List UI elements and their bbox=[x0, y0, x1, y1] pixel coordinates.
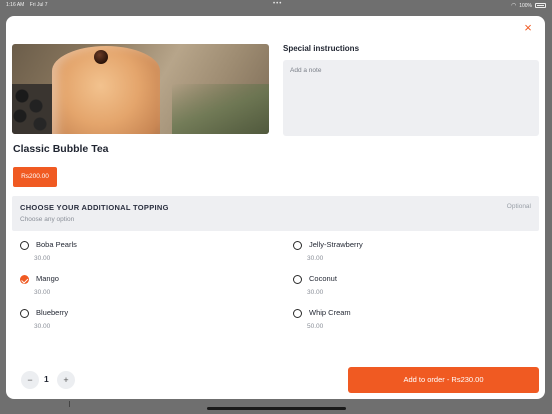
radio-unchecked-icon[interactable] bbox=[293, 241, 302, 250]
topping-name: Blueberry bbox=[36, 308, 69, 317]
battery-icon bbox=[535, 3, 546, 8]
topping-price: 30.00 bbox=[307, 255, 324, 262]
radio-unchecked-icon[interactable] bbox=[20, 309, 29, 318]
topping-price: 30.00 bbox=[307, 289, 324, 296]
topping-name: Coconut bbox=[309, 274, 337, 283]
status-time: 1:16 AM bbox=[6, 2, 25, 8]
quantity-value: 1 bbox=[44, 374, 49, 384]
topping-name: Boba Pearls bbox=[36, 240, 77, 249]
topping-option-coconut[interactable]: Coconut 30.00 bbox=[293, 274, 523, 302]
price-badge: Rs200.00 bbox=[13, 167, 57, 187]
product-name: Classic Bubble Tea bbox=[13, 143, 109, 155]
scroll-marker bbox=[69, 401, 70, 407]
tapioca-beads-decor bbox=[12, 84, 52, 134]
topping-price: 50.00 bbox=[307, 323, 324, 330]
quantity-increase-button[interactable]: + bbox=[57, 371, 75, 389]
radio-checked-icon[interactable] bbox=[20, 275, 29, 284]
status-left: 1:16 AM Fri Jul 7 bbox=[6, 2, 52, 8]
leaves-decor bbox=[172, 84, 269, 134]
product-modal: × Classic Bubble Tea Rs200.00 Special in… bbox=[6, 16, 545, 399]
pearl-decor bbox=[94, 50, 108, 64]
topping-name: Whip Cream bbox=[309, 308, 351, 317]
close-icon[interactable]: × bbox=[521, 21, 535, 35]
multitasking-dots-icon[interactable]: ••• bbox=[273, 1, 282, 7]
home-indicator[interactable] bbox=[207, 407, 346, 410]
optional-label: Optional bbox=[506, 203, 531, 210]
topping-section-header: CHOOSE YOUR ADDITIONAL TOPPING Choose an… bbox=[12, 196, 539, 231]
topping-price: 30.00 bbox=[34, 289, 51, 296]
radio-unchecked-icon[interactable] bbox=[293, 275, 302, 284]
topping-subtitle: Choose any option bbox=[20, 216, 75, 223]
radio-unchecked-icon[interactable] bbox=[293, 309, 302, 318]
add-to-order-button[interactable]: Add to order - Rs230.00 bbox=[348, 367, 539, 393]
topping-name: Mango bbox=[36, 274, 59, 283]
wifi-icon: ◠ bbox=[510, 3, 517, 9]
special-instructions-label: Special instructions bbox=[283, 44, 360, 53]
topping-option-blueberry[interactable]: Blueberry 30.00 bbox=[20, 308, 250, 336]
status-right: ◠ 100% bbox=[511, 2, 546, 9]
status-date: Fri Jul 7 bbox=[29, 2, 48, 8]
topping-option-jelly-strawberry[interactable]: Jelly-Strawberry 30.00 bbox=[293, 240, 523, 268]
topping-option-mango[interactable]: Mango 30.00 bbox=[20, 274, 250, 302]
status-bar: 1:16 AM Fri Jul 7 ••• ◠ 100% bbox=[0, 0, 552, 12]
topping-name: Jelly-Strawberry bbox=[309, 240, 363, 249]
topping-price: 30.00 bbox=[34, 255, 51, 262]
topping-title: CHOOSE YOUR ADDITIONAL TOPPING bbox=[20, 203, 169, 212]
topping-option-boba-pearls[interactable]: Boba Pearls 30.00 bbox=[20, 240, 250, 268]
battery-percent: 100% bbox=[519, 2, 532, 9]
quantity-decrease-button[interactable]: − bbox=[21, 371, 39, 389]
product-image bbox=[12, 44, 269, 134]
special-instructions-input[interactable] bbox=[283, 60, 539, 136]
radio-unchecked-icon[interactable] bbox=[20, 241, 29, 250]
topping-option-whip-cream[interactable]: Whip Cream 50.00 bbox=[293, 308, 523, 336]
topping-price: 30.00 bbox=[34, 323, 51, 330]
